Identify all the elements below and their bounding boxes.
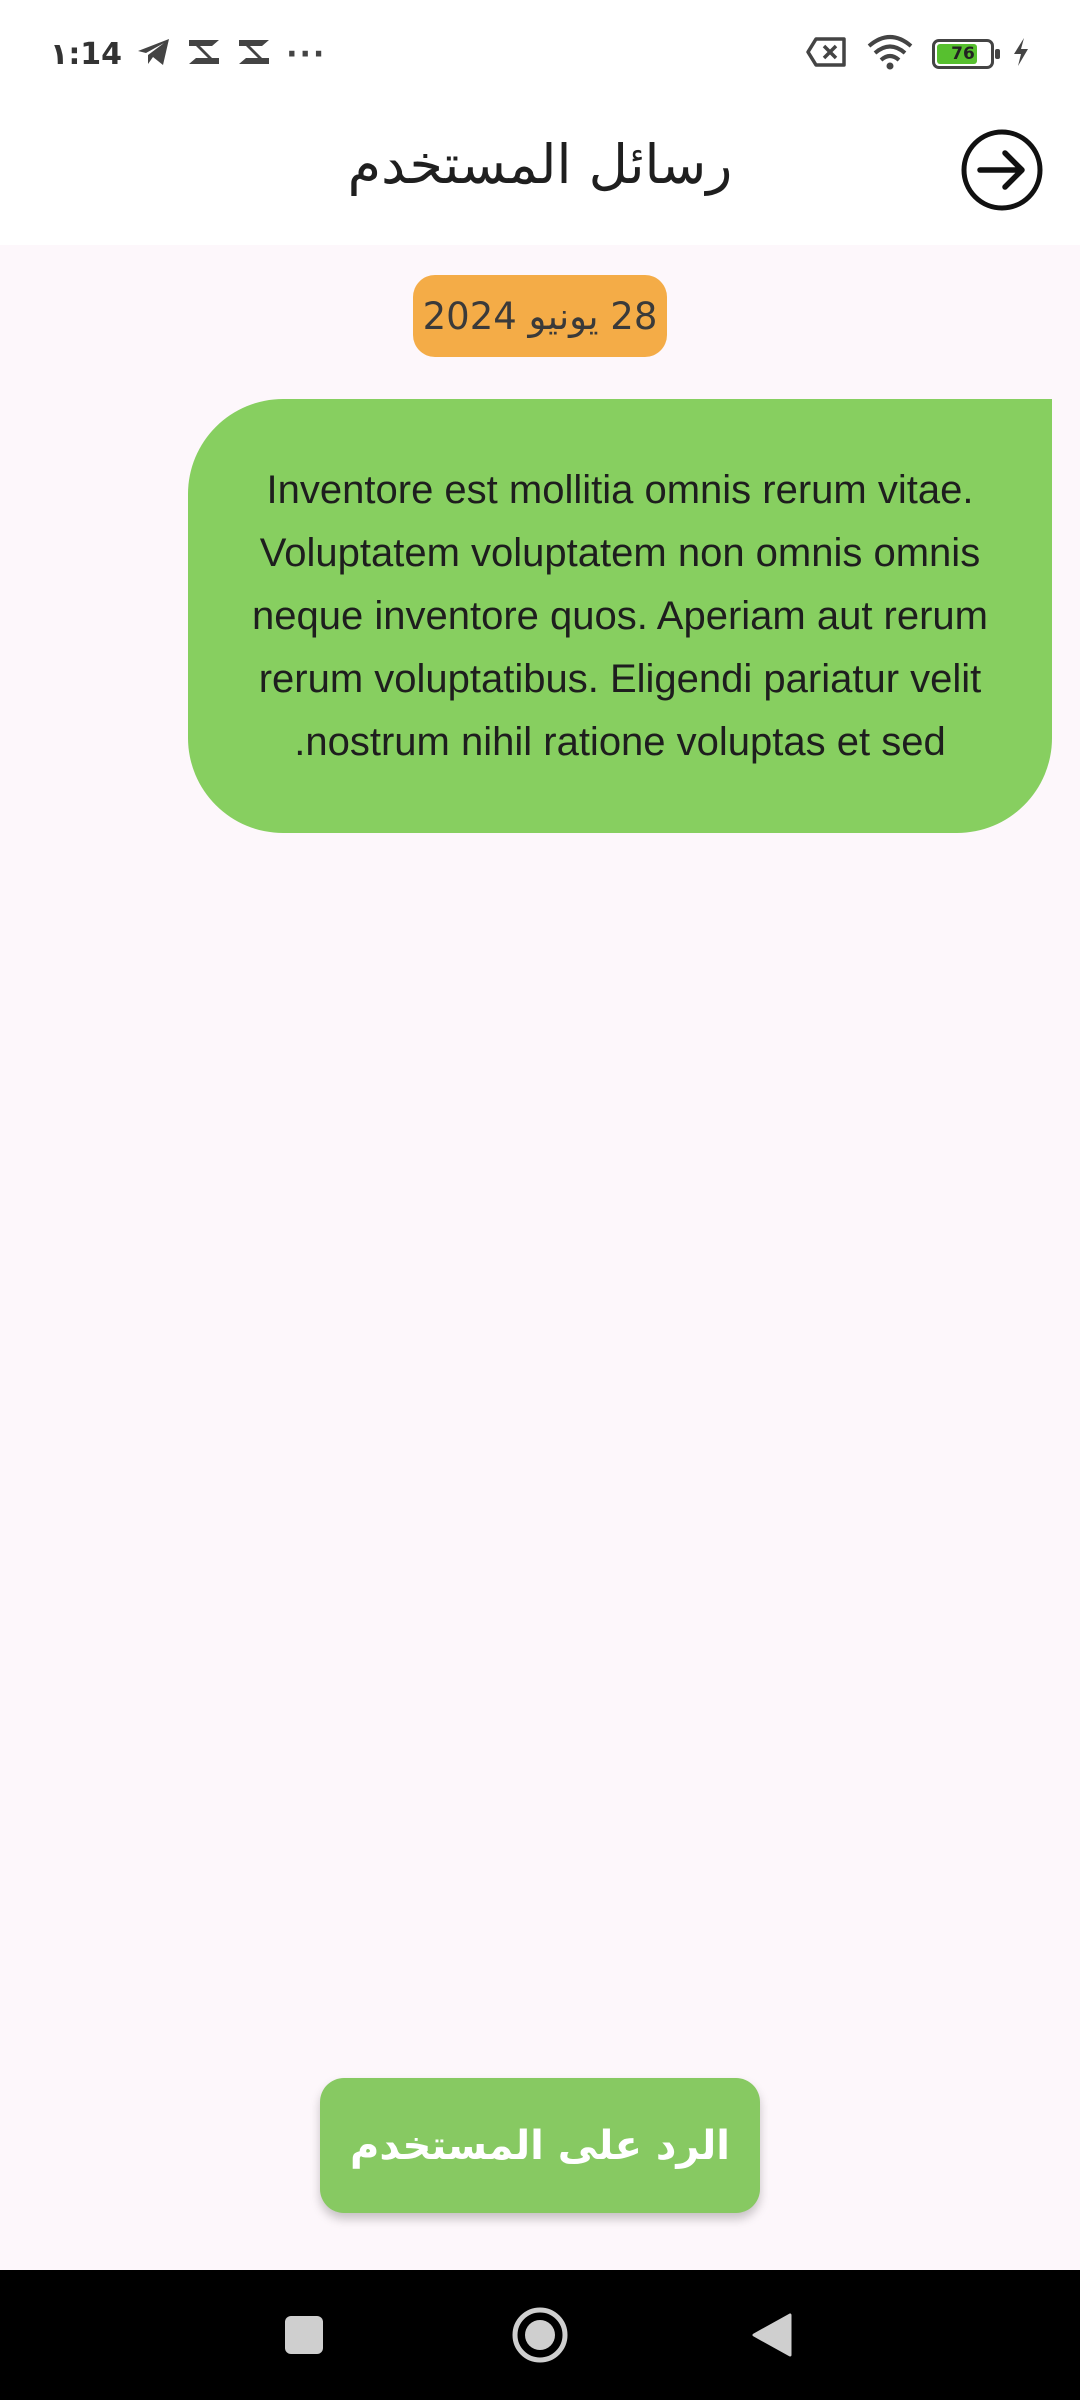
wifi-icon	[866, 34, 914, 74]
home-circle-icon	[512, 2307, 568, 2363]
reply-to-user-button[interactable]: الرد على المستخدم	[320, 2078, 760, 2213]
battery-icon: 76	[932, 39, 1000, 69]
status-bar-left: ١:14 ···	[50, 30, 326, 78]
app-header: رسائل المستخدم	[0, 105, 1080, 245]
status-bar: ١:14 ··· 76	[0, 0, 1080, 105]
back-nav-button[interactable]	[712, 2270, 832, 2400]
sim-no-service-icon	[806, 36, 848, 72]
telegram-icon	[136, 36, 172, 72]
clock-time: ١:14	[50, 36, 123, 72]
recents-square-icon	[285, 2316, 323, 2354]
message-bubble: Inventore est mollitia omnis rerum vitae…	[188, 399, 1052, 833]
page-title: رسائل المستخدم	[347, 133, 733, 196]
capcut-icon	[236, 36, 272, 72]
capcut-icon	[186, 36, 222, 72]
battery-nub	[995, 49, 1000, 59]
home-button[interactable]	[480, 2270, 600, 2400]
date-badge: 28 يونيو 2024	[413, 275, 667, 357]
back-button[interactable]	[960, 128, 1044, 212]
arrow-right-circle-icon	[961, 129, 1043, 211]
recents-button[interactable]	[244, 2270, 364, 2400]
navigation-bar	[0, 2270, 1080, 2400]
battery-percentage: 76	[951, 44, 975, 64]
more-notifications-icon: ···	[286, 36, 327, 72]
status-bar-right: 76	[806, 28, 1030, 80]
back-triangle-icon	[752, 2313, 792, 2357]
message-text: Inventore est mollitia omnis rerum vitae…	[252, 467, 988, 764]
charging-icon	[1012, 37, 1030, 71]
